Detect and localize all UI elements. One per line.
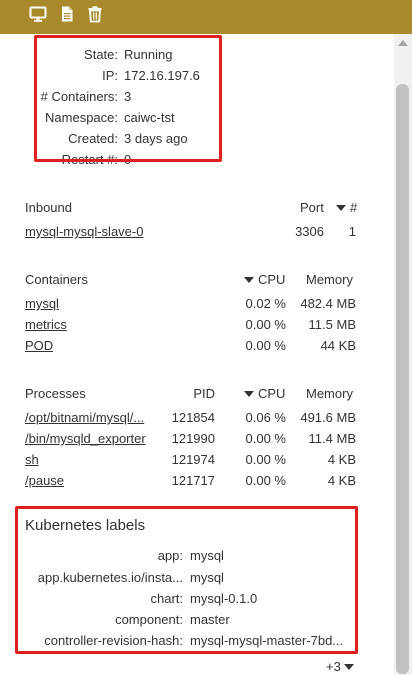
containers-cpu-header[interactable]: CPU bbox=[244, 272, 285, 287]
inbound-count-label: # bbox=[350, 200, 358, 215]
process-pid: 121854 bbox=[171, 410, 215, 425]
document-icon[interactable] bbox=[58, 5, 76, 23]
show-more-count: +3 bbox=[326, 659, 341, 674]
sort-desc-icon bbox=[244, 390, 254, 397]
processes-cpu-label: CPU bbox=[258, 386, 286, 401]
process-cpu: 0.06 % bbox=[245, 410, 286, 425]
container-link[interactable]: mysql bbox=[25, 296, 59, 311]
processes-cpu-header[interactable]: CPU bbox=[244, 386, 285, 401]
scroll-up-arrow-icon[interactable] bbox=[398, 40, 408, 46]
inbound-count-value: 1 bbox=[348, 224, 356, 239]
containers-cpu-label: CPU bbox=[258, 272, 286, 287]
containers-heading: Containers bbox=[25, 272, 88, 287]
kubernetes-labels-highlight bbox=[15, 506, 358, 654]
container-link[interactable]: metrics bbox=[25, 317, 67, 332]
inbound-port-header[interactable]: Port bbox=[300, 200, 324, 215]
process-memory: 11.4 MB bbox=[308, 431, 356, 446]
toolbar bbox=[0, 0, 412, 34]
inbound-port-value: 3306 bbox=[295, 224, 324, 239]
process-memory: 4 KB bbox=[327, 473, 356, 488]
summary-highlight bbox=[34, 35, 222, 162]
processes-pid-header[interactable]: PID bbox=[160, 386, 215, 401]
container-memory: 44 KB bbox=[320, 338, 356, 353]
container-cpu: 0.00 % bbox=[245, 338, 286, 353]
process-link[interactable]: sh bbox=[25, 452, 39, 467]
process-pid: 121990 bbox=[171, 431, 215, 446]
inbound-count-header[interactable]: # bbox=[336, 200, 357, 215]
processes-heading: Processes bbox=[25, 386, 86, 401]
process-cpu: 0.00 % bbox=[245, 473, 286, 488]
sort-desc-icon bbox=[244, 276, 254, 283]
process-link[interactable]: /pause bbox=[25, 473, 64, 488]
process-pid: 121717 bbox=[171, 473, 215, 488]
container-memory: 11.5 MB bbox=[308, 317, 356, 332]
inbound-heading: Inbound bbox=[25, 200, 72, 215]
containers-memory-header[interactable]: Memory bbox=[306, 272, 353, 287]
inbound-link-mysql-slave[interactable]: mysql-mysql-slave-0 bbox=[25, 224, 143, 239]
container-link[interactable]: POD bbox=[25, 338, 53, 353]
process-pid: 121974 bbox=[171, 452, 215, 467]
container-memory: 482.4 MB bbox=[300, 296, 356, 311]
scrollbar-thumb[interactable] bbox=[396, 84, 409, 674]
sort-desc-icon bbox=[336, 204, 346, 211]
trash-icon[interactable] bbox=[86, 5, 104, 23]
process-link[interactable]: /opt/bitnami/mysql/... bbox=[25, 410, 144, 425]
container-cpu: 0.00 % bbox=[245, 317, 286, 332]
container-cpu: 0.02 % bbox=[245, 296, 286, 311]
process-cpu: 0.00 % bbox=[245, 452, 286, 467]
monitor-icon[interactable] bbox=[29, 5, 47, 23]
chevron-down-icon bbox=[343, 663, 354, 670]
process-cpu: 0.00 % bbox=[245, 431, 286, 446]
process-memory: 4 KB bbox=[327, 452, 356, 467]
process-link[interactable]: /bin/mysqld_exporter bbox=[25, 431, 146, 446]
show-more-labels-button[interactable]: +3 bbox=[326, 659, 354, 674]
processes-memory-header[interactable]: Memory bbox=[306, 386, 353, 401]
process-memory: 491.6 MB bbox=[300, 410, 356, 425]
